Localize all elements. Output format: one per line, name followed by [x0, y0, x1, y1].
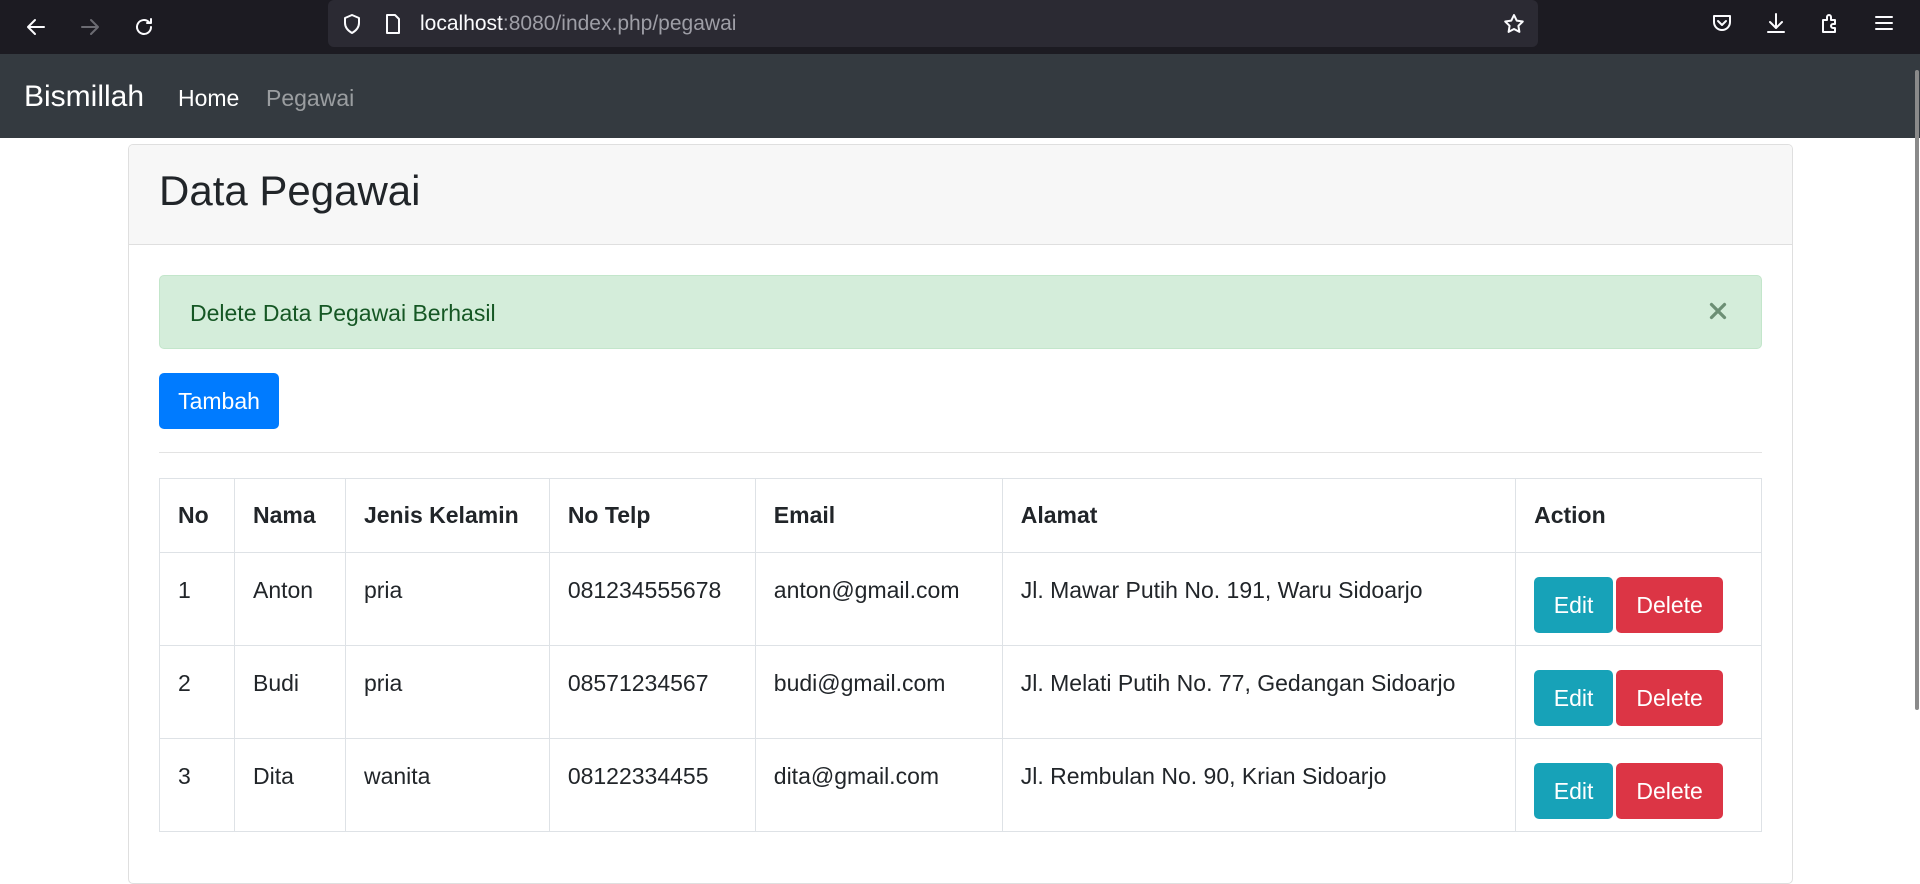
shield-icon[interactable]	[340, 12, 364, 36]
extensions-icon[interactable]	[1818, 11, 1842, 35]
header-no: No	[159, 478, 235, 553]
cell-no: 2	[159, 645, 235, 739]
header-alamat: Alamat	[1001, 478, 1517, 553]
cell-email: budi@gmail.com	[754, 645, 1003, 739]
edit-button[interactable]: Edit	[1534, 577, 1614, 633]
pegawai-card: Data Pegawai Delete Data Pegawai Berhasi…	[128, 144, 1793, 884]
cell-email: dita@gmail.com	[754, 738, 1003, 832]
back-arrow-icon	[27, 19, 45, 35]
page-icon[interactable]	[381, 12, 405, 36]
cell-alamat: Jl. Rembulan No. 90, Krian Sidoarjo	[1001, 738, 1517, 832]
star-icon[interactable]	[1502, 12, 1526, 36]
header-nama: Nama	[233, 478, 346, 553]
url-path: :8080/index.php/pegawai	[502, 12, 737, 35]
download-icon[interactable]	[1764, 11, 1788, 35]
reload-button[interactable]	[126, 9, 162, 45]
table-row: 1 Anton pria 081234555678 anton@gmail.co…	[159, 552, 1762, 646]
back-button[interactable]	[18, 9, 54, 45]
pegawai-table: No Nama Jenis Kelamin No Telp Email Alam…	[159, 478, 1762, 832]
cell-no-telp: 08571234567	[548, 645, 756, 739]
success-alert: Delete Data Pegawai Berhasil	[159, 275, 1762, 349]
cell-jenis-kelamin: pria	[344, 552, 550, 646]
cell-no: 3	[159, 738, 235, 832]
cell-action: Edit Delete	[1515, 738, 1762, 832]
add-pegawai-button[interactable]: Tambah	[159, 373, 279, 429]
edit-button[interactable]: Edit	[1534, 763, 1614, 819]
cell-no: 1	[159, 552, 235, 646]
alert-message: Delete Data Pegawai Berhasil	[190, 300, 496, 326]
page-title: Data Pegawai	[159, 167, 421, 214]
cell-alamat: Jl. Mawar Putih No. 191, Waru Sidoarjo	[1001, 552, 1517, 646]
delete-button[interactable]: Delete	[1616, 670, 1724, 726]
cell-jenis-kelamin: pria	[344, 645, 550, 739]
divider	[159, 452, 1762, 453]
menu-icon[interactable]	[1872, 11, 1896, 35]
cell-nama: Budi	[233, 645, 346, 739]
edit-button[interactable]: Edit	[1534, 670, 1614, 726]
card-header: Data Pegawai	[129, 145, 1792, 245]
cell-alamat: Jl. Melati Putih No. 77, Gedangan Sidoar…	[1001, 645, 1517, 739]
browser-toolbar: localhost:8080/index.php/pegawai	[0, 0, 1920, 54]
reload-icon	[136, 18, 152, 35]
header-jenis-kelamin: Jenis Kelamin	[344, 478, 550, 553]
cell-action: Edit Delete	[1515, 552, 1762, 646]
navbar-brand[interactable]: Bismillah	[24, 80, 144, 114]
cell-action: Edit Delete	[1515, 645, 1762, 739]
page-scrollbar[interactable]	[1914, 70, 1920, 870]
cell-no-telp: 081234555678	[548, 552, 756, 646]
forward-arrow-icon	[81, 19, 99, 35]
url-text[interactable]: localhost:8080/index.php/pegawai	[420, 12, 736, 36]
header-no-telp: No Telp	[548, 478, 756, 553]
cell-jenis-kelamin: wanita	[344, 738, 550, 832]
forward-button[interactable]	[72, 9, 108, 45]
scrollbar-thumb[interactable]	[1915, 70, 1919, 710]
cell-no-telp: 08122334455	[548, 738, 756, 832]
url-host: localhost	[420, 12, 503, 35]
cell-nama: Anton	[233, 552, 346, 646]
header-email: Email	[754, 478, 1003, 553]
nav-link-pegawai[interactable]: Pegawai	[266, 85, 354, 112]
delete-button[interactable]: Delete	[1616, 763, 1724, 819]
table-header-row: No Nama Jenis Kelamin No Telp Email Alam…	[159, 478, 1762, 553]
url-bar[interactable]: localhost:8080/index.php/pegawai	[328, 0, 1538, 47]
header-action: Action	[1515, 478, 1762, 553]
navbar: Bismillah Home Pegawai	[0, 54, 1920, 138]
nav-link-home[interactable]: Home	[178, 85, 239, 112]
delete-button[interactable]: Delete	[1616, 577, 1724, 633]
table-row: 3 Dita wanita 08122334455 dita@gmail.com…	[159, 738, 1762, 832]
close-icon[interactable]	[1705, 298, 1731, 324]
pocket-icon[interactable]	[1710, 11, 1734, 35]
cell-nama: Dita	[233, 738, 346, 832]
cell-email: anton@gmail.com	[754, 552, 1003, 646]
table-row: 2 Budi pria 08571234567 budi@gmail.com J…	[159, 645, 1762, 739]
